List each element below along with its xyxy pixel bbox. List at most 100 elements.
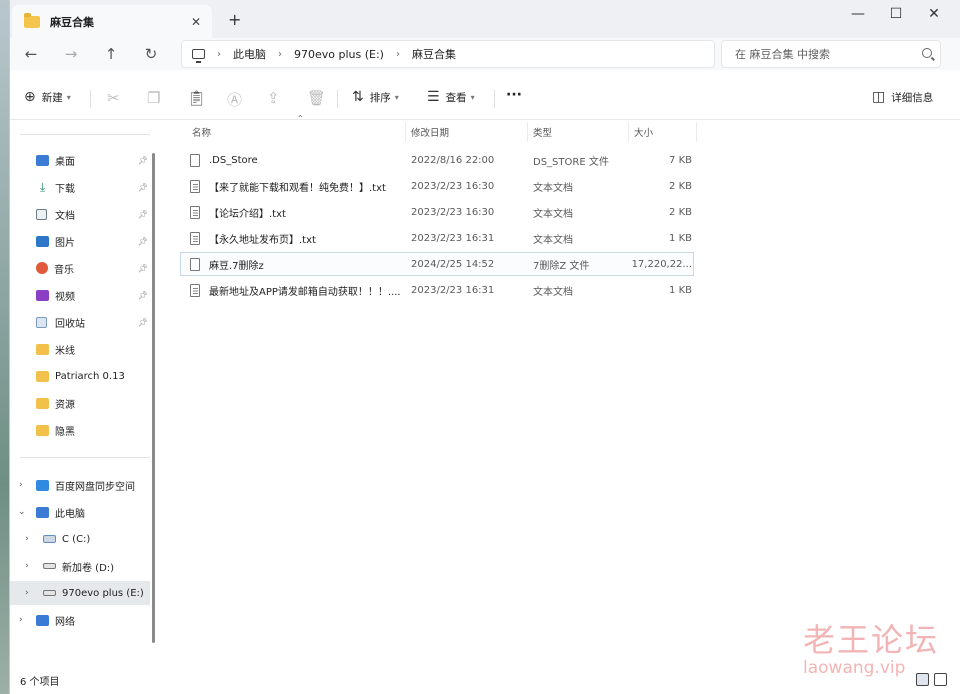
chevron-right-icon[interactable]: › [25,534,29,544]
more-options-button[interactable]: ··· [506,87,522,103]
breadcrumb-drive-e[interactable]: 970evo plus (E:) [294,48,384,61]
new-tab-button[interactable]: + [228,10,241,29]
file-list: ⌃ 名称 修改日期 类型 大小 .DS_Store 2022/8/16 22:0… [172,114,960,667]
minimize-button[interactable]: — [843,6,873,22]
text-file-icon [190,283,200,297]
paste-icon[interactable]: 📋︎ [187,89,206,107]
toolbar-divider [494,90,495,108]
details-pane-icon: ◫ [872,89,886,105]
file-row[interactable]: 麻豆.7删除z 2024/2/25 14:52 7删除Z 文件 17,220,2… [180,252,694,276]
sidebar-item-hidden[interactable]: 隐黑 [10,418,150,442]
sidebar-scrollbar[interactable] [152,153,155,643]
command-bar: ⊕ 新建 ▾ ✂ ❐ 📋︎ Ⓐ ⇪ 🗑︎ ⇅ 排序 ▾ ☰ 查看 ▾ ··· ◫… [10,76,960,120]
chevron-down-icon: ▾ [394,92,399,102]
file-row[interactable]: 最新地址及APP请发邮箱自动获取！！！.... 2023/2/23 16:31 … [180,278,694,302]
file-icon [190,257,200,271]
file-size: 7 KB [669,154,692,166]
details-view-icon[interactable] [916,673,929,686]
sidebar-item-drive-c[interactable]: › C (C:) [10,527,150,551]
share-icon[interactable]: ⇪ [267,89,280,107]
sidebar-item-network[interactable]: › 网络 [10,608,150,632]
rename-icon[interactable]: Ⓐ [227,89,242,110]
pin-icon[interactable]: 📌︎ [138,156,148,165]
view-button[interactable]: ☰ 查看 ▾ [427,89,475,105]
details-pane-button[interactable]: ◫ 详细信息 [872,89,933,105]
chevron-right-icon[interactable]: › [278,49,282,60]
desktop-icon [36,154,49,166]
sort-button[interactable]: ⇅ 排序 ▾ [352,89,399,105]
pin-icon[interactable]: 📌︎ [138,183,148,192]
large-icons-view-icon[interactable] [934,673,947,686]
sidebar-item-drive-d[interactable]: › 新加卷 (D:) [10,554,150,578]
column-header-date[interactable]: 修改日期 [411,120,449,144]
chevron-right-icon[interactable]: › [19,480,23,490]
column-header-name[interactable]: 名称 [192,120,211,144]
column-divider[interactable] [405,122,406,142]
sidebar-item-recycle-bin[interactable]: 回收站 📌︎ [10,310,150,334]
pin-icon[interactable]: 📌︎ [138,264,148,273]
search-input[interactable]: 在 麻豆合集 中搜索 [721,40,941,68]
pin-icon[interactable]: 📌︎ [138,318,148,327]
sidebar-item-label: 网络 [55,616,75,628]
breadcrumb-this-pc[interactable]: 此电脑 [233,46,266,62]
chevron-right-icon[interactable]: › [25,561,29,571]
sidebar-item-documents[interactable]: 文档 📌︎ [10,202,150,226]
documents-icon [36,208,47,220]
sidebar-item-label: 文档 [55,210,75,222]
pin-icon[interactable]: 📌︎ [138,210,148,219]
sidebar-item-mixian[interactable]: 米线 [10,337,150,361]
refresh-button[interactable]: ↻ [141,45,161,63]
forward-button[interactable]: → [61,45,81,63]
file-icon [190,153,200,167]
text-file-icon [190,205,200,219]
folder-icon [24,12,40,28]
toolbar-divider [337,90,338,108]
tab-madou-collection[interactable]: 麻豆合集 ✕ [12,5,212,38]
delete-icon[interactable]: 🗑︎ [307,89,326,107]
file-date: 2022/8/16 22:00 [411,154,495,166]
pin-icon[interactable]: 📌︎ [138,291,148,300]
copy-icon[interactable]: ❐ [147,89,160,107]
sidebar-item-baidu-sync[interactable]: › 百度网盘同步空间 [10,473,150,497]
chevron-down-icon[interactable]: ⌄ [18,507,26,517]
file-row[interactable]: 【永久地址发布页】.txt 2023/2/23 16:31 文本文档 1 KB [180,226,694,250]
tab-close-icon[interactable]: ✕ [186,15,206,29]
file-row[interactable]: .DS_Store 2022/8/16 22:00 DS_STORE 文件 7 … [180,148,694,172]
sidebar-item-videos[interactable]: 视频 📌︎ [10,283,150,307]
maximize-button[interactable]: ☐ [881,6,911,22]
chevron-right-icon[interactable]: › [19,615,23,625]
pin-icon[interactable]: 📌︎ [138,237,148,246]
drive-icon [43,590,56,596]
new-button[interactable]: ⊕ 新建 ▾ [24,89,71,105]
sidebar-item-patriarch[interactable]: Patriarch 0.13 [10,364,150,388]
sidebar-item-music[interactable]: 音乐 📌︎ [10,256,150,280]
close-window-button[interactable]: ✕ [919,6,949,22]
sidebar-item-pictures[interactable]: 图片 📌︎ [10,229,150,253]
chevron-right-icon[interactable]: › [396,49,400,60]
file-date: 2023/2/23 16:31 [411,232,495,244]
sort-label: 排序 [369,91,391,104]
sidebar-item-downloads[interactable]: ⤓ 下载 📌︎ [10,175,150,199]
sidebar-item-drive-e[interactable]: › 970evo plus (E:) [10,581,150,605]
sidebar-item-desktop[interactable]: 桌面 📌︎ [10,148,150,172]
sidebar-item-label: 图片 [55,237,75,249]
cut-icon[interactable]: ✂ [107,89,120,107]
sidebar-item-resources[interactable]: 资源 [10,391,150,415]
file-name: 麻豆.7删除z [209,260,264,272]
column-divider[interactable] [696,122,697,142]
file-row[interactable]: 【来了就能下载和观看！纯免费！】.txt 2023/2/23 16:30 文本文… [180,174,694,198]
file-row[interactable]: 【论坛介绍】.txt 2023/2/23 16:30 文本文档 2 KB [180,200,694,224]
column-header-size[interactable]: 大小 [634,120,653,144]
column-divider[interactable] [527,122,528,142]
back-button[interactable]: ← [21,45,41,63]
column-divider[interactable] [628,122,629,142]
chevron-right-icon[interactable]: › [217,49,221,60]
chevron-right-icon[interactable]: › [25,588,29,598]
drive-icon [43,563,56,569]
column-header-type[interactable]: 类型 [533,120,552,144]
breadcrumb[interactable]: › 此电脑 › 970evo plus (E:) › 麻豆合集 [181,40,715,68]
up-button[interactable]: ↑ [101,45,121,63]
breadcrumb-current-folder[interactable]: 麻豆合集 [412,46,456,62]
sidebar-item-this-pc[interactable]: ⌄ 此电脑 [10,500,150,524]
details-label: 详细信息 [891,91,934,104]
